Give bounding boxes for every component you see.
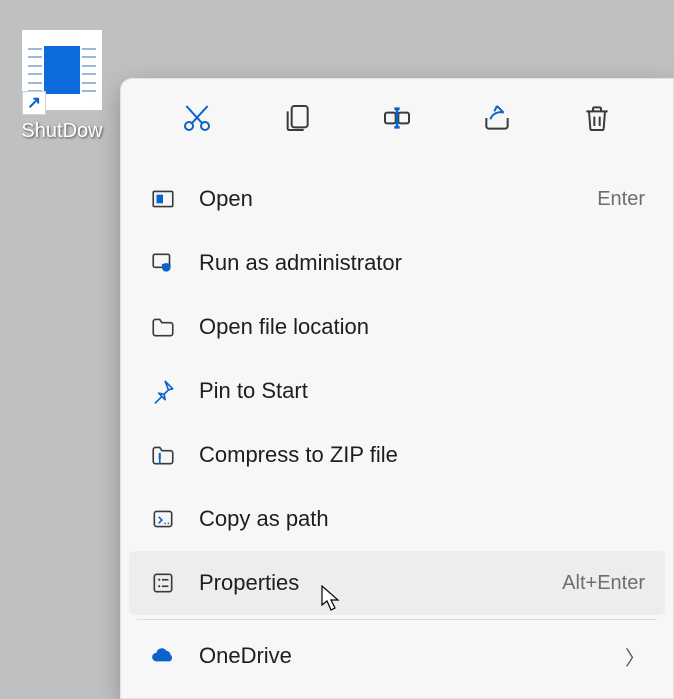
menu-item-compress-to-zip[interactable]: Compress to ZIP file	[129, 423, 665, 487]
menu-shortcut: Alt+Enter	[562, 572, 645, 595]
menu-label: OneDrive	[199, 643, 625, 669]
shield-app-icon	[149, 249, 177, 277]
trash-icon	[581, 102, 613, 139]
copy-icon	[281, 102, 313, 139]
menu-item-properties[interactable]: Properties Alt+Enter	[129, 551, 665, 615]
share-button[interactable]	[472, 95, 522, 145]
menu-label: Properties	[199, 570, 562, 596]
menu-label: Run as administrator	[199, 250, 645, 276]
menu-label: Open file location	[199, 314, 645, 340]
shortcut-label: ShutDow	[21, 120, 102, 143]
onedrive-icon	[149, 642, 177, 670]
desktop-shortcut[interactable]: ↗ ShutDow	[16, 30, 108, 143]
menu-label: Open	[199, 186, 597, 212]
rename-button[interactable]	[372, 95, 422, 145]
share-icon	[481, 102, 513, 139]
shortcut-arrow-overlay-icon: ↗	[22, 91, 46, 115]
menu-label: Pin to Start	[199, 378, 645, 404]
copy-button[interactable]	[272, 95, 322, 145]
menu-shortcut: Enter	[597, 188, 645, 211]
cut-button[interactable]	[172, 95, 222, 145]
folder-icon	[149, 313, 177, 341]
menu-item-open[interactable]: Open Enter	[129, 167, 665, 231]
copy-path-icon	[149, 505, 177, 533]
menu-item-onedrive[interactable]: OneDrive 〉	[129, 624, 665, 688]
context-menu: Open Enter Run as administrator Open fil…	[120, 78, 674, 699]
delete-button[interactable]	[572, 95, 622, 145]
open-icon	[149, 185, 177, 213]
properties-icon	[149, 569, 177, 597]
menu-separator	[137, 619, 657, 620]
chevron-right-icon: 〉	[625, 642, 645, 671]
context-menu-toolbar	[121, 85, 673, 161]
menu-item-copy-as-path[interactable]: Copy as path	[129, 487, 665, 551]
zip-folder-icon	[149, 441, 177, 469]
menu-item-open-file-location[interactable]: Open file location	[129, 295, 665, 359]
menu-item-run-as-administrator[interactable]: Run as administrator	[129, 231, 665, 295]
pin-icon	[149, 377, 177, 405]
rename-icon	[381, 102, 413, 139]
menu-item-pin-to-start[interactable]: Pin to Start	[129, 359, 665, 423]
scissors-icon	[181, 102, 213, 139]
menu-label: Compress to ZIP file	[199, 442, 645, 468]
shortcut-file-icon: ↗	[22, 30, 102, 110]
menu-label: Copy as path	[199, 506, 645, 532]
